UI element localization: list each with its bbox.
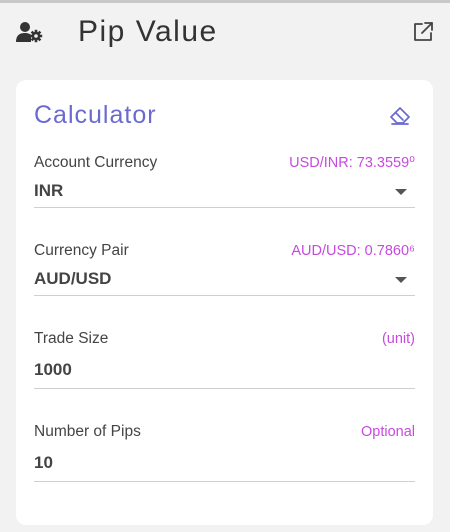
account-currency-underline (34, 207, 415, 208)
trade-size-field: Trade Size (unit) 1000 (34, 330, 415, 390)
header: Pip Value (0, 3, 450, 65)
trade-size-input[interactable]: 1000 (34, 360, 72, 380)
trade-size-label: Trade Size (34, 330, 109, 347)
account-currency-rate: USD/INR: 73.3559⁰ (289, 155, 415, 171)
account-currency-label: Account Currency (34, 154, 158, 171)
account-currency-select[interactable]: INR (34, 178, 415, 204)
currency-pair-value: AUD/USD (34, 269, 112, 288)
trade-size-underline (34, 388, 415, 389)
eraser-icon (388, 104, 412, 131)
number-of-pips-input[interactable]: 10 (34, 453, 53, 473)
number-of-pips-underline (34, 481, 415, 482)
chevron-down-icon (395, 189, 407, 195)
currency-pair-underline (34, 295, 415, 296)
number-of-pips-optional: Optional (360, 424, 415, 440)
clear-button[interactable] (387, 104, 413, 130)
currency-pair-rate: AUD/USD: 0.7860⁶ (291, 243, 415, 259)
user-gear-icon (16, 21, 44, 48)
chevron-down-icon (395, 277, 407, 283)
number-of-pips-field: Number of Pips Optional 10 (34, 423, 415, 483)
currency-pair-label: Currency Pair (34, 242, 129, 259)
account-currency-value: INR (34, 181, 64, 200)
card-title: Calculator (34, 101, 157, 129)
trade-size-unit: (unit) (381, 331, 415, 347)
calculator-card: Calculator Account Currency USD/INR: 73.… (16, 80, 433, 525)
currency-pair-field: Currency Pair AUD/USD: 0.7860⁶ AUD/USD (34, 242, 415, 298)
open-external-button[interactable] (408, 19, 438, 49)
pip-value-screen: Pip Value Calculator Account Currency US… (0, 0, 450, 532)
external-link-icon (411, 20, 435, 49)
number-of-pips-label: Number of Pips (34, 423, 141, 440)
account-currency-field: Account Currency USD/INR: 73.3559⁰ INR (34, 154, 415, 210)
user-settings-button[interactable] (14, 21, 46, 47)
page-title: Pip Value (78, 15, 218, 48)
currency-pair-select[interactable]: AUD/USD (34, 266, 415, 292)
